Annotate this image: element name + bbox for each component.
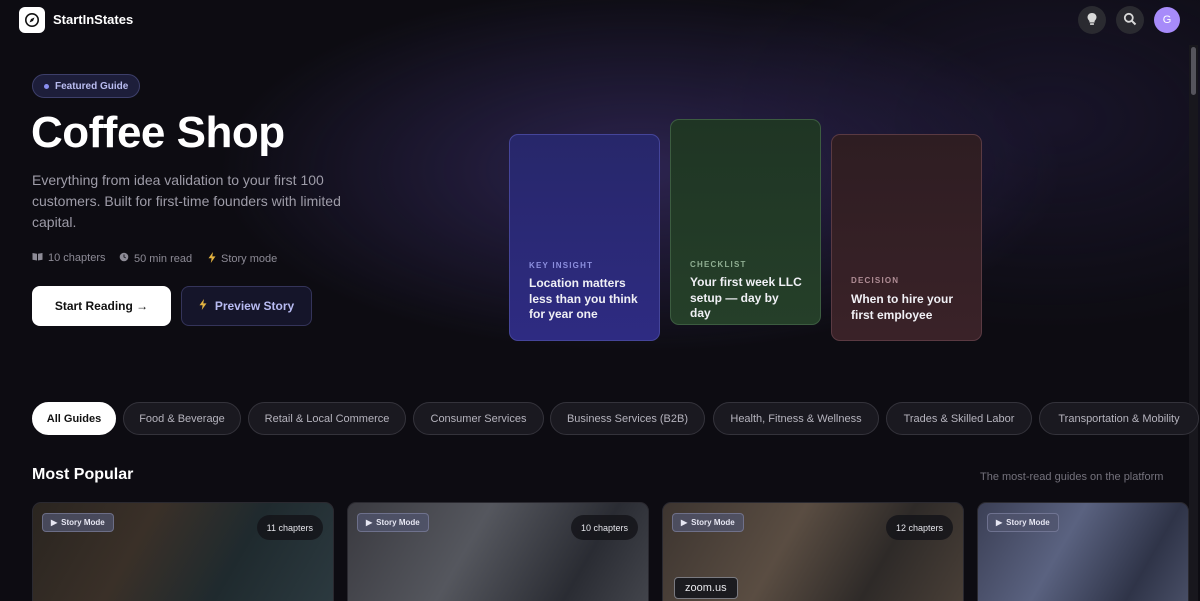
meta-chapters-label: 10 chapters: [48, 252, 106, 264]
chapters-pill: 10 chapters: [570, 515, 638, 540]
section-title: Most Popular: [32, 466, 134, 483]
category-health-fitness[interactable]: Health, Fitness & Wellness: [713, 402, 879, 435]
meta-read-time: 50 min read: [119, 252, 192, 265]
category-transportation-mobility[interactable]: Transportation & Mobility: [1039, 402, 1199, 435]
scrollbar-track[interactable]: [1189, 45, 1198, 601]
story-mode-label: Story Mode: [61, 518, 105, 527]
play-icon: ▶: [366, 518, 373, 527]
card-kicker: CHECKLIST: [690, 260, 747, 269]
preview-story-label: Preview Story: [214, 299, 295, 313]
user-avatar[interactable]: G: [1154, 7, 1180, 33]
category-consumer-services[interactable]: Consumer Services: [413, 402, 544, 435]
scrollbar-thumb[interactable]: [1191, 47, 1196, 95]
guide-card[interactable]: ▶ Story Mode 11 chapters: [32, 502, 334, 601]
story-mode-pill: ▶ Story Mode: [42, 513, 114, 532]
meta-read-time-label: 50 min read: [134, 252, 193, 265]
story-mode-label: Story Mode: [376, 518, 420, 527]
story-mode-label: Story Mode: [691, 518, 735, 527]
card-kicker: DECISION: [851, 276, 900, 285]
meta-chapters: 10 chapters: [32, 252, 105, 264]
play-icon: ▶: [681, 518, 688, 527]
clock-icon: [119, 252, 129, 265]
card-kicker: KEY INSIGHT: [529, 261, 594, 270]
category-business-services[interactable]: Business Services (B2B): [550, 402, 705, 435]
book-icon: [32, 252, 43, 264]
category-all-guides[interactable]: All Guides: [32, 402, 116, 435]
lightning-icon: [208, 252, 216, 266]
meta-story-mode-label: Story mode: [221, 253, 278, 265]
featured-badge-label: Featured Guide: [55, 80, 129, 92]
card-text: When to hire your first employee: [851, 292, 953, 322]
category-food-beverage[interactable]: Food & Beverage: [123, 402, 241, 435]
lightning-icon: [199, 299, 207, 313]
brand-name[interactable]: StartInStates: [53, 12, 133, 27]
section-subtitle: The most-read guides on the platform: [980, 471, 1164, 483]
url-tooltip: zoom.us: [674, 577, 738, 599]
guide-card[interactable]: ▶ Story Mode 10 chapters: [347, 502, 649, 601]
featured-badge: Featured Guide: [32, 74, 141, 98]
story-mode-pill: ▶ Story Mode: [357, 513, 429, 532]
preview-story-button[interactable]: Preview Story: [181, 286, 312, 326]
meta-story-mode: Story mode: [208, 252, 277, 266]
card-text: Your first week LLC setup — day by day: [690, 275, 802, 320]
start-reading-button[interactable]: Start Reading →: [32, 286, 171, 326]
story-mode-pill: ▶ Story Mode: [987, 513, 1059, 532]
card-text: Location matters less than you think for…: [529, 276, 638, 321]
chapters-pill: 11 chapters: [256, 515, 323, 540]
hero-description: Everything from idea validation to your …: [32, 172, 341, 230]
story-mode-pill: ▶ Story Mode: [672, 513, 744, 532]
top-bar: StartInStates G: [0, 0, 1200, 40]
search-button[interactable]: [1116, 6, 1144, 34]
story-card-decision[interactable]: DECISION When to hire your first employe…: [831, 134, 982, 341]
guide-card[interactable]: ▶ Story Mode: [977, 502, 1189, 601]
compass-logo-icon[interactable]: [19, 7, 45, 33]
ideas-button[interactable]: [1078, 6, 1106, 34]
badge-dot-icon: [44, 83, 49, 89]
play-icon: ▶: [996, 518, 1003, 527]
chapters-pill: 12 chapters: [885, 515, 953, 540]
hero-title: Coffee Shop: [31, 108, 285, 157]
lightbulb-icon: [1086, 12, 1098, 29]
story-card-key-insight[interactable]: KEY INSIGHT Location matters less than y…: [509, 134, 660, 341]
search-icon: [1123, 12, 1137, 29]
story-card-checklist[interactable]: CHECKLIST Your first week LLC setup — da…: [670, 119, 821, 325]
category-retail-local-commerce[interactable]: Retail & Local Commerce: [248, 402, 406, 435]
category-trades-skilled-labor[interactable]: Trades & Skilled Labor: [886, 402, 1032, 435]
play-icon: ▶: [51, 518, 58, 527]
story-mode-label: Story Mode: [1006, 518, 1050, 527]
